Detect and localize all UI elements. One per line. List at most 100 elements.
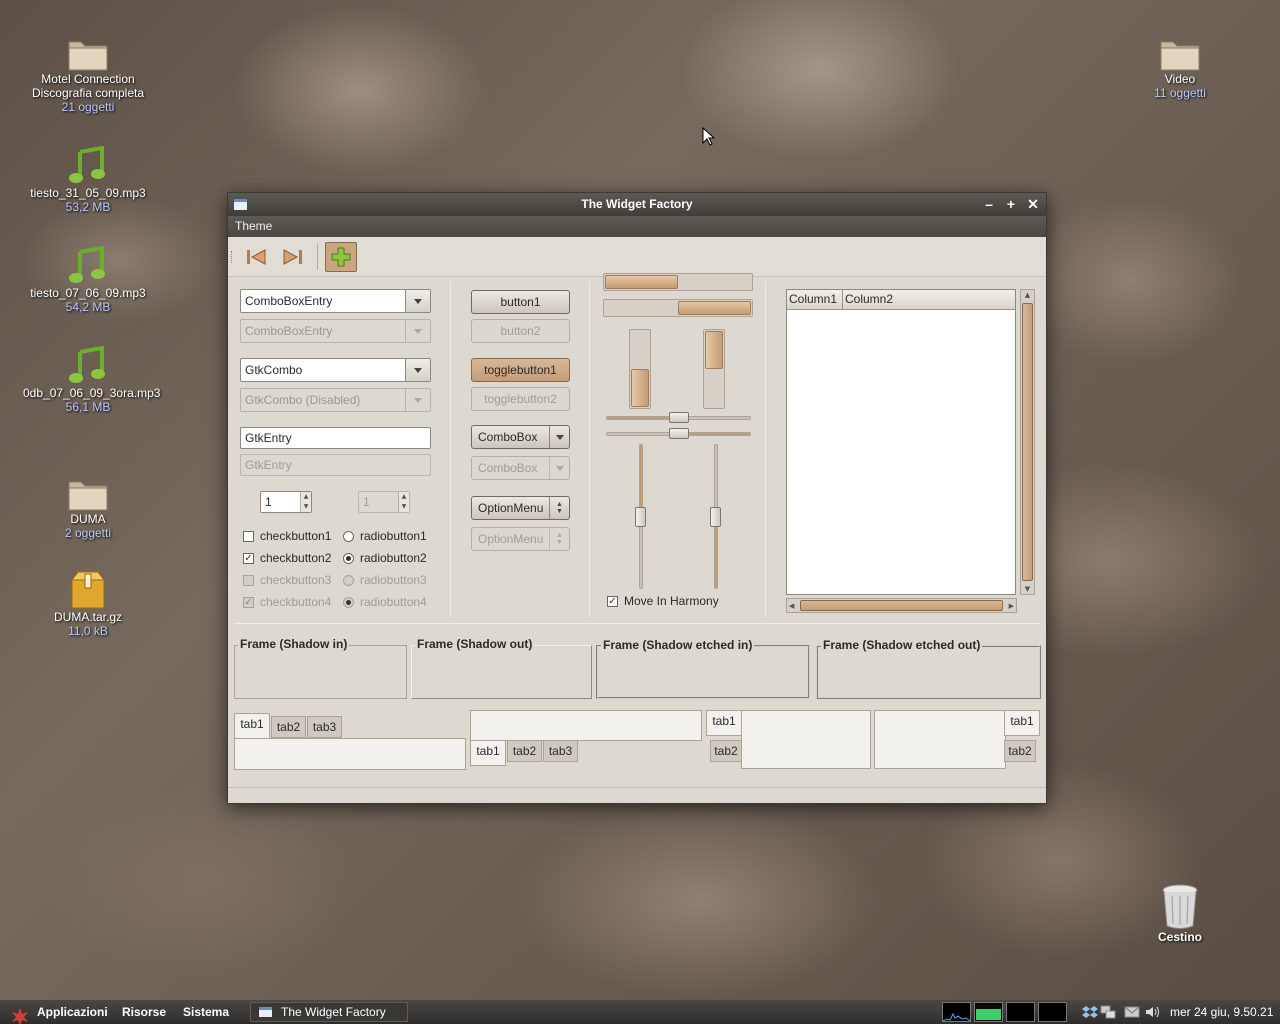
desktop-icon-duma[interactable]: DUMA 2 oggetti [13,468,163,541]
mail-icon[interactable] [1124,1004,1140,1020]
scroll-thumb[interactable] [800,600,1003,611]
move-in-harmony[interactable]: ✓ Move In Harmony [607,592,719,610]
desktop-icon-meta: 11 oggetti [1154,86,1206,100]
checkbutton4-label: checkbutton4 [260,595,332,609]
notebook-bottom-tab3[interactable]: tab3 [543,740,578,762]
notebook-top-tab3[interactable]: tab3 [307,716,342,738]
goto-first-button[interactable] [240,242,272,272]
hscale-2-knob[interactable] [669,428,689,439]
checkbutton3: checkbutton3 [243,571,331,589]
tree-hscrollbar[interactable]: ◀ ▶ [786,598,1017,613]
menu-sistema[interactable]: Sistema [183,1000,229,1024]
vscale-2-knob[interactable] [710,507,721,527]
notebook-top-tab2[interactable]: tab2 [271,716,306,738]
progress-bar-v2 [703,329,725,409]
optionmenu[interactable]: OptionMenu ▲ ▼ [471,496,570,520]
scroll-up-icon[interactable]: ▲ [1021,291,1034,299]
taskbar-window-button[interactable]: The Widget Factory [250,1002,408,1022]
gnome-foot-icon[interactable] [11,1004,29,1024]
notebook-left-tab1[interactable]: tab1 [706,710,742,736]
widget-factory-window: The Widget Factory – + ✕ Theme ComboBoxE… [227,192,1047,804]
maximize-button[interactable]: + [1002,193,1020,215]
optionmenu-disabled: OptionMenu ▲ ▼ [471,527,570,551]
notebook-left-page [741,710,871,769]
clock[interactable]: mer 24 giu, 9.50.21 [1170,1000,1273,1024]
combobox-disabled-text: ComboBox [478,461,538,475]
notebook-right-tab1[interactable]: tab1 [1004,710,1040,736]
window-titlebar[interactable]: The Widget Factory – + ✕ [228,193,1046,216]
folder-icon [13,28,163,72]
checkbox-unchecked-icon[interactable] [243,530,254,542]
desktop-icon-motel[interactable]: Motel Connection Discografia completa 21… [13,28,163,115]
desktop-icon-0db[interactable]: 0db_07_06_09_3ora.mp3 56,1 MB [13,342,163,415]
spinbutton[interactable]: 1 ▲ ▼ [260,491,312,513]
chevron-down-icon[interactable] [405,359,430,381]
desktop-icon-tiesto1[interactable]: tiesto_31_05_09.mp3 53,2 MB [13,142,163,215]
tree-vscrollbar[interactable]: ▲ ▼ [1020,289,1035,595]
notebook-bottom-tab2[interactable]: tab2 [507,740,542,762]
spin-down-icon[interactable]: ▼ [301,502,311,512]
toolbar-grip[interactable] [231,251,234,263]
chevron-down-icon[interactable] [405,290,430,312]
memory-monitor[interactable] [974,1002,1003,1022]
radiobutton1[interactable]: radiobutton1 [343,527,427,545]
menu-applicazioni[interactable]: Applicazioni [37,1000,108,1024]
goto-last-button[interactable] [277,242,309,272]
gtkentry[interactable]: GtkEntry [240,427,431,449]
notebook-left-tab2[interactable]: tab2 [710,740,742,762]
move-in-harmony-label: Move In Harmony [624,594,719,608]
updown-icon: ▲ ▼ [549,497,569,519]
gtkcombo-text[interactable]: GtkCombo [241,359,405,381]
combobox[interactable]: ComboBox [471,425,570,449]
notebook-top-tab1[interactable]: tab1 [234,713,270,739]
radiobutton2[interactable]: radiobutton2 [343,549,427,567]
radio-on-icon [343,596,354,608]
notebook-bottom-tab1[interactable]: tab1 [470,740,506,766]
comboboxentry-text[interactable]: ComboBoxEntry [241,290,405,312]
checkbutton2[interactable]: ✓ checkbutton2 [243,549,331,567]
desktop-icon-video[interactable]: Video 11 oggetti [1105,28,1255,101]
button1[interactable]: button1 [471,290,570,314]
taskbar: Applicazioni Risorse Sistema The Widget … [0,1000,1280,1024]
menu-theme[interactable]: Theme [235,219,272,233]
scroll-left-icon[interactable]: ◀ [789,602,794,610]
optionmenu-disabled-text: OptionMenu [478,532,544,546]
desktop-icon-duma-tar[interactable]: DUMA.tar.gz 11,0 kB [13,566,163,639]
add-button[interactable] [325,242,357,272]
vscale-1-knob[interactable] [635,507,646,527]
network-icon[interactable] [1100,1004,1116,1020]
gtkcombo[interactable]: GtkCombo [240,358,431,382]
radiobutton2-label: radiobutton2 [360,551,427,565]
optionmenu-text: OptionMenu [478,501,544,515]
cpu-monitor[interactable] [942,1002,971,1022]
scroll-thumb[interactable] [1022,303,1033,581]
checkbox-checked-icon[interactable]: ✓ [243,552,254,564]
notebook-right-tab2[interactable]: tab2 [1004,740,1036,762]
tree-view[interactable]: Column1 Column2 [786,289,1016,595]
togglebutton1[interactable]: togglebutton1 [471,358,570,382]
hscale-1-knob[interactable] [669,412,689,423]
menu-risorse[interactable]: Risorse [122,1000,166,1024]
scroll-down-icon[interactable]: ▼ [1021,585,1034,593]
radio-on-icon[interactable] [343,552,354,564]
scroll-right-icon[interactable]: ▶ [1009,602,1014,610]
spinbutton-value[interactable]: 1 [261,492,300,512]
network-monitor[interactable] [1006,1002,1035,1022]
minimize-button[interactable]: – [980,193,998,215]
desktop-icon-trash[interactable]: Cestino [1105,880,1255,944]
desktop-icon-tiesto2[interactable]: tiesto_07_06_09.mp3 54,2 MB [13,242,163,315]
comboboxentry[interactable]: ComboBoxEntry [240,289,431,313]
spin-up-icon[interactable]: ▲ [301,492,311,502]
checkbox-checked-icon[interactable]: ✓ [607,595,618,607]
checkbutton1[interactable]: checkbutton1 [243,527,331,545]
radio-off-icon[interactable] [343,530,354,542]
column2-header[interactable]: Column2 [843,290,1015,309]
close-button[interactable]: ✕ [1024,193,1042,215]
load-monitor[interactable] [1038,1002,1067,1022]
folder-icon [13,468,163,512]
volume-icon[interactable] [1144,1004,1160,1020]
dropbox-icon[interactable] [1082,1004,1098,1020]
chevron-down-icon [549,426,569,448]
progress-bar-h2 [603,299,753,317]
column1-header[interactable]: Column1 [787,290,843,309]
